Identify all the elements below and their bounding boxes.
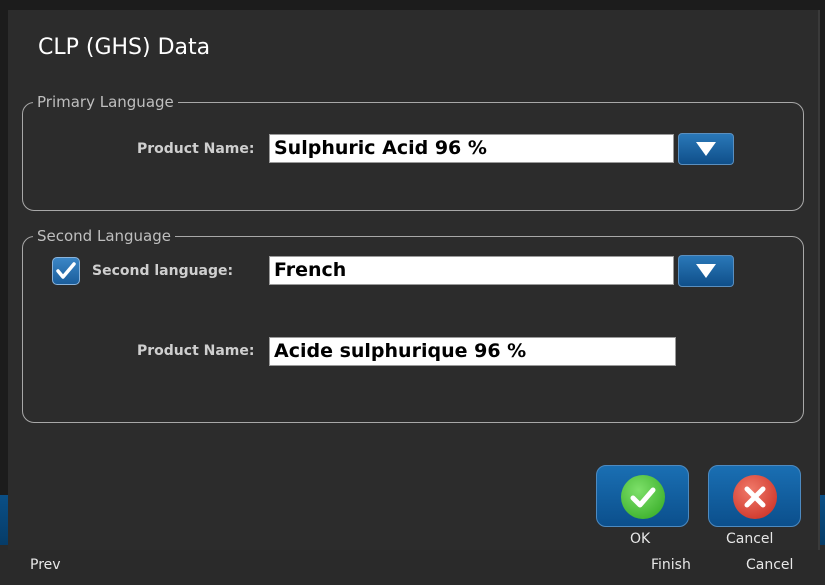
chevron-down-icon: [696, 264, 716, 278]
ok-check-icon: [621, 475, 665, 519]
ok-label: OK: [630, 531, 651, 547]
second-product-name-field[interactable]: Acide sulphurique 96 %: [269, 337, 676, 366]
primary-language-legend: Primary Language: [33, 92, 178, 112]
checkmark-icon: [56, 262, 76, 279]
ok-button[interactable]: [596, 465, 689, 527]
clp-ghs-dialog: CLP (GHS) Data Primary Language Product …: [8, 10, 820, 550]
finish-button[interactable]: Finish: [651, 557, 691, 573]
primary-product-name-field[interactable]: Sulphuric Acid 96 %: [269, 134, 674, 163]
second-language-dropdown-button[interactable]: [678, 255, 734, 287]
primary-product-name-label: Product Name:: [137, 141, 255, 157]
primary-product-dropdown-button[interactable]: [678, 133, 734, 165]
second-language-checkbox[interactable]: [52, 257, 80, 285]
bottom-bar: Prev Finish Cancel: [0, 545, 825, 585]
bottom-cancel-button[interactable]: Cancel: [746, 557, 793, 573]
second-language-field[interactable]: French: [269, 256, 674, 285]
second-product-name-label: Product Name:: [137, 343, 255, 359]
chevron-down-icon: [696, 142, 716, 156]
cancel-button[interactable]: [708, 465, 801, 527]
second-language-checkbox-label[interactable]: Second language:: [92, 263, 233, 279]
dialog-title: CLP (GHS) Data: [38, 35, 211, 60]
cancel-x-icon: [733, 475, 777, 519]
prev-button[interactable]: Prev: [30, 557, 61, 573]
second-language-legend: Second Language: [33, 226, 175, 246]
cancel-label: Cancel: [726, 531, 774, 547]
